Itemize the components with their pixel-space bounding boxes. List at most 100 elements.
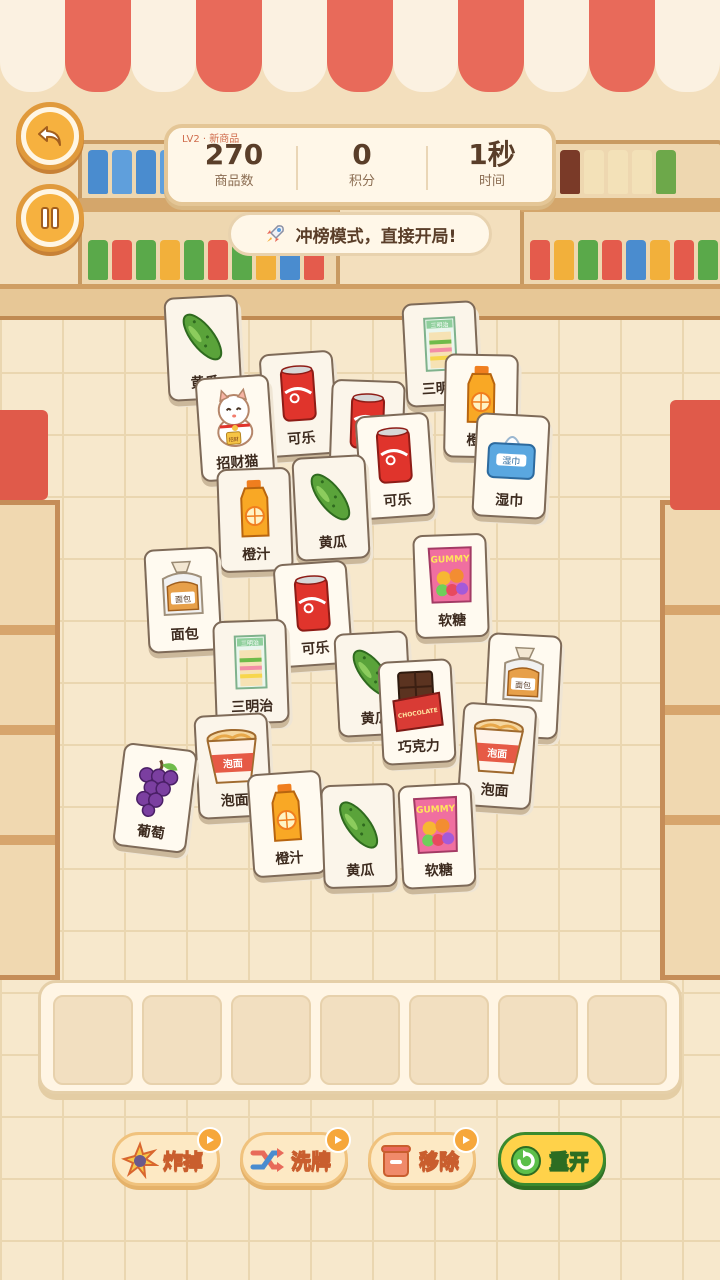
tile-label: 软糖 [437,612,467,630]
svg-text:招财: 招财 [229,436,239,444]
mode-banner-text: 冲榜模式，直接开局! [295,226,457,247]
tile-label: 黄瓜 [345,862,375,880]
item-tile[interactable]: GUMMY 软糖 [412,532,490,640]
tile-label: 可乐 [286,429,316,448]
svg-text:三明治: 三明治 [430,321,448,330]
time-label: 时间 [478,174,505,189]
cola-can-icon [363,422,425,488]
item-tile[interactable]: 橙汁 [216,466,294,574]
svg-text:GUMMY: GUMMY [416,804,456,816]
remove-icon [381,1145,411,1177]
bomb-icon [121,1141,159,1179]
cucumber-icon [300,465,361,530]
bomb-button[interactable]: 炸掉 [112,1127,223,1186]
tile-label: 软糖 [424,862,454,880]
back-button[interactable] [16,102,84,170]
shuffle-label: 洗牌 [291,1148,332,1173]
time-value: 1秒 [468,138,516,171]
shuffle-button[interactable]: 洗牌 [240,1127,351,1186]
item-tile[interactable]: 橙汁 [246,769,328,879]
tile-label: 泡面 [480,781,510,800]
video-play-icon [197,1127,223,1153]
svg-text:湿巾: 湿巾 [502,455,521,468]
svg-text:面包: 面包 [515,680,532,691]
svg-text:面包: 面包 [175,594,192,605]
tile-label: 巧克力 [397,737,441,757]
store-awning [0,0,720,100]
item-tile[interactable]: 面包面包 [143,546,223,654]
items-count-label: 商品数 [214,174,254,189]
tray-slot [231,995,311,1085]
slot-tray [38,980,682,1094]
tile-label: 可乐 [382,491,412,510]
score-stat: 0 积分 [302,138,422,192]
side-shelf-right [660,500,720,980]
pause-button[interactable] [16,184,84,252]
side-shelf-left [0,500,60,980]
remove-label: 移除 [419,1148,460,1173]
item-tile[interactable]: 葡萄 [111,741,199,855]
game-screen: LV2 · 新商品 270 商品数 0 积分 1秒 时间 冲榜模式，直接开局! … [0,0,720,1280]
tile-label: 橙汁 [241,546,271,564]
cucumber-icon [329,793,389,857]
instant-noodle-icon: 泡面 [467,712,529,778]
gummy-candy-icon: GUMMY [406,793,467,858]
items-count-value: 270 [204,138,264,171]
item-tile[interactable]: 黄瓜 [291,454,371,562]
bomb-label: 炸掉 [163,1148,204,1173]
restart-label: 重开 [549,1148,590,1173]
bread-icon: 面包 [493,643,554,708]
stat-divider [426,146,428,190]
front-shelf-ledge [0,284,720,320]
grapes-icon [124,753,189,822]
tile-label: 湿巾 [494,492,524,510]
video-play-icon [325,1127,351,1153]
item-tile[interactable]: 黄瓜 [320,782,398,890]
chocolate-icon: CHOCOLATE [386,669,447,734]
item-tile[interactable]: 三明治 三明治 [212,618,290,726]
rocket-icon [266,225,284,242]
tray-slot [53,995,133,1085]
shuffle-icon [250,1148,284,1172]
time-stat: 1秒 时间 [432,138,552,192]
score-value: 0 [352,138,372,171]
gummy-candy-icon: GUMMY [421,543,481,607]
tile-label: 可乐 [300,639,330,658]
svg-text:三明治: 三明治 [241,639,259,648]
score-panel: LV2 · 新商品 270 商品数 0 积分 1秒 时间 [164,124,556,206]
tray-slot [409,995,489,1085]
restart-icon [511,1146,541,1176]
orange-juice-icon [225,477,285,541]
cat-display-sign [0,410,48,500]
cucumber-icon [172,305,233,370]
lucky-cat-icon: 招财 [203,384,265,450]
item-tile[interactable]: GUMMY 软糖 [397,782,477,890]
restart-button[interactable]: 重开 [498,1132,606,1186]
tray-slot [587,995,667,1085]
item-tile[interactable]: CHOCOLATE 巧克力 [377,658,457,766]
shelf-goods [530,240,718,280]
orange-juice-icon [255,780,317,846]
bread-icon: 面包 [152,557,213,622]
tray-slot [142,995,222,1085]
item-tile[interactable]: 湿巾 湿巾 [471,412,551,520]
svg-text:泡面: 泡面 [223,756,244,770]
remove-button[interactable]: 移除 [368,1127,479,1186]
cat-display-sign [670,400,720,510]
stat-divider [296,146,298,190]
cola-can-icon [267,360,329,426]
cola-can-icon [281,570,343,636]
tile-label: 橙汁 [274,849,304,868]
video-play-icon [453,1127,479,1153]
tray-slot [320,995,400,1085]
back-arrow-icon [26,112,74,160]
tile-label: 黄瓜 [318,534,348,552]
item-tile[interactable]: 招财 招财猫 [194,373,276,483]
tray-slot [498,995,578,1085]
tile-label: 泡面 [220,792,250,810]
mode-banner: 冲榜模式，直接开局! [228,212,492,256]
shelf-goods [560,150,676,194]
tile-label: 面包 [170,626,200,644]
sandwich-icon: 三明治 [221,629,281,693]
pause-icon [26,194,74,242]
